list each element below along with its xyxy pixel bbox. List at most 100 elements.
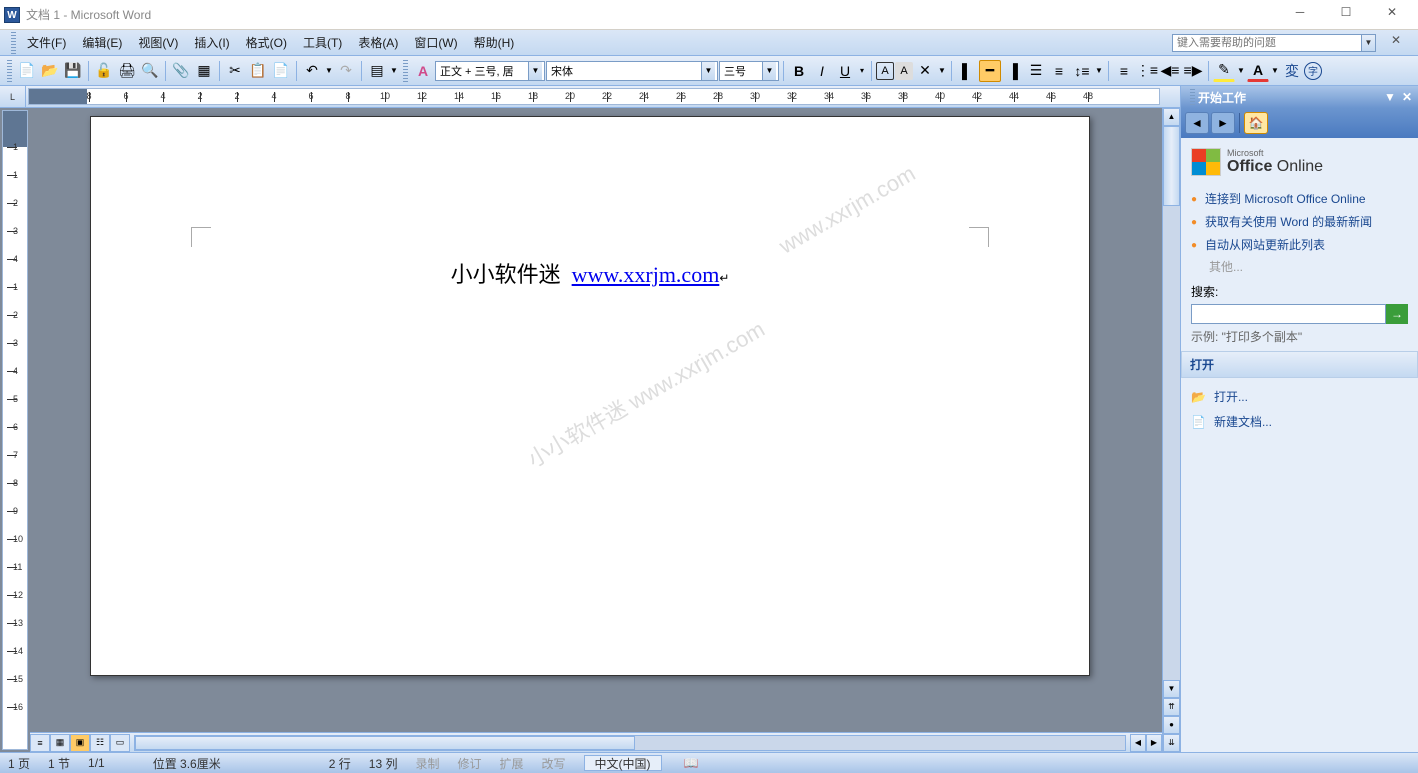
status-revision[interactable]: 修订 — [457, 755, 481, 772]
doc-close-button[interactable]: ✕ — [1382, 33, 1410, 53]
vertical-ruler[interactable]: 1123412345678910111213141516 — [2, 110, 28, 750]
help-dropdown-icon[interactable]: ▼ — [1362, 34, 1376, 52]
underline-icon[interactable]: U — [834, 60, 856, 82]
increase-indent-icon[interactable]: ≡▶ — [1182, 60, 1204, 82]
redo-icon[interactable]: ↷ — [335, 60, 357, 82]
font-combo[interactable]: 宋体▼ — [546, 61, 718, 81]
document-content[interactable]: 小小软件迷 www.xxrjm.com↵ — [211, 257, 969, 289]
highlight-dropdown-icon[interactable]: ▼ — [1236, 60, 1246, 82]
next-page-icon[interactable]: ⇊ — [1163, 734, 1180, 752]
font-color-dropdown-icon[interactable]: ▼ — [1270, 60, 1280, 82]
size-combo[interactable]: 三号▼ — [719, 61, 779, 81]
status-overwrite[interactable]: 改写 — [542, 755, 566, 772]
grip-icon[interactable] — [1190, 89, 1195, 105]
text-border-icon[interactable]: A — [876, 62, 894, 80]
menu-edit[interactable]: 编辑(E) — [74, 31, 130, 54]
menu-file[interactable]: 文件(F) — [19, 31, 74, 54]
spacing-dropdown-icon[interactable]: ▼ — [1094, 60, 1104, 82]
bullets-icon[interactable]: ⋮≡ — [1136, 60, 1158, 82]
nav-forward-icon[interactable]: ► — [1211, 112, 1235, 134]
scroll-track[interactable] — [1163, 206, 1180, 680]
undo-icon[interactable]: ↶ — [301, 60, 323, 82]
style-combo[interactable]: 正文 + 三号, 居▼ — [435, 61, 545, 81]
underline-dropdown-icon[interactable]: ▾ — [857, 60, 867, 82]
vertical-scrollbar[interactable]: ▲ ▼ ⇈ ● ⇊ — [1162, 108, 1180, 752]
page-viewport[interactable]: 小小软件迷 www.xxrjm.com www.xxrjm.com 小小软件迷 … — [30, 108, 1162, 752]
status-position: 位置 3.6厘米 — [153, 755, 221, 772]
line-spacing-icon[interactable]: ↕≡ — [1071, 60, 1093, 82]
status-record[interactable]: 录制 — [415, 755, 439, 772]
nav-back-icon[interactable]: ◄ — [1185, 112, 1209, 134]
task-pane-close-icon[interactable]: ✕ — [1402, 90, 1412, 104]
open-icon[interactable]: 📂 — [39, 60, 61, 82]
tables-icon[interactable]: ▦ — [193, 60, 215, 82]
distributed-icon[interactable]: ≡ — [1048, 60, 1070, 82]
char-shading-icon[interactable]: A — [895, 62, 913, 80]
task-pane-dropdown-icon[interactable]: ▼ — [1384, 90, 1396, 104]
save-icon[interactable]: 💾 — [62, 60, 84, 82]
titlebar: W 文档 1 - Microsoft Word ─ ☐ ✕ — [0, 0, 1418, 30]
menu-view[interactable]: 视图(V) — [130, 31, 186, 54]
decrease-indent-icon[interactable]: ◀≡ — [1159, 60, 1181, 82]
select-browse-icon[interactable]: ● — [1163, 716, 1180, 734]
italic-icon[interactable]: I — [811, 60, 833, 82]
styles-icon[interactable]: A — [412, 60, 434, 82]
prev-page-icon[interactable]: ⇈ — [1163, 698, 1180, 716]
numbering-icon[interactable]: ≡ — [1113, 60, 1135, 82]
align-center-icon[interactable]: ━ — [979, 60, 1001, 82]
tab-selector[interactable]: L — [0, 86, 26, 107]
search-go-button[interactable]: → — [1386, 304, 1408, 324]
menu-table[interactable]: 表格(A) — [350, 31, 406, 54]
font-color-icon[interactable]: A — [1247, 60, 1269, 82]
toolbar-options-icon[interactable]: ▼ — [389, 60, 399, 82]
bold-icon[interactable]: B — [788, 60, 810, 82]
menu-insert[interactable]: 插入(I) — [186, 31, 237, 54]
maximize-button[interactable]: ☐ — [1332, 5, 1360, 25]
page[interactable]: 小小软件迷 www.xxrjm.com www.xxrjm.com 小小软件迷 … — [90, 116, 1090, 676]
menu-window[interactable]: 窗口(W) — [406, 31, 465, 54]
link-word-news[interactable]: ●获取有关使用 Word 的最新新闻 — [1191, 211, 1408, 234]
columns-icon[interactable]: ▤ — [366, 60, 388, 82]
print-preview-icon[interactable]: 🔍 — [139, 60, 161, 82]
new-doc-icon[interactable]: 📄 — [16, 60, 38, 82]
menu-format[interactable]: 格式(O) — [238, 31, 295, 54]
status-extend[interactable]: 扩展 — [499, 755, 523, 772]
justify-icon[interactable]: ☰ — [1025, 60, 1047, 82]
print-icon[interactable]: 🖨 — [116, 60, 138, 82]
align-right-icon[interactable]: ▐ — [1002, 60, 1024, 82]
char-scaling-icon[interactable]: ✕ — [914, 60, 936, 82]
copy-icon[interactable]: 📋 — [247, 60, 269, 82]
align-left-icon[interactable]: ▌ — [956, 60, 978, 82]
menu-help[interactable]: 帮助(H) — [466, 31, 523, 54]
phonetic-icon[interactable]: 変 — [1281, 60, 1303, 82]
scaling-dropdown-icon[interactable]: ▼ — [937, 60, 947, 82]
scroll-up-icon[interactable]: ▲ — [1163, 108, 1180, 126]
highlight-icon[interactable]: ✎ — [1213, 60, 1235, 82]
search-input[interactable] — [1191, 304, 1386, 324]
nav-home-icon[interactable]: 🏠 — [1244, 112, 1268, 134]
status-language[interactable]: 中文(中国) — [584, 755, 662, 771]
doc-link[interactable]: www.xxrjm.com — [572, 262, 720, 287]
help-search-input[interactable] — [1172, 34, 1362, 52]
spellcheck-icon[interactable]: 📖 — [684, 756, 699, 770]
menu-tools[interactable]: 工具(T) — [295, 31, 350, 54]
new-document-link[interactable]: 📄新建文档... — [1191, 409, 1408, 434]
research-icon[interactable]: 📎 — [170, 60, 192, 82]
cut-icon[interactable]: ✂ — [224, 60, 246, 82]
link-update-list[interactable]: ●自动从网站更新此列表 — [1191, 234, 1408, 257]
scroll-thumb[interactable] — [1163, 126, 1180, 206]
link-other[interactable]: 其他... — [1191, 256, 1408, 283]
link-text: 连接到 Microsoft Office Online — [1205, 191, 1366, 208]
horizontal-ruler[interactable]: 8642246810121416182022242628303234363840… — [28, 88, 1160, 105]
link-connect-office-online[interactable]: ●连接到 Microsoft Office Online — [1191, 188, 1408, 211]
permission-icon[interactable]: 🔓 — [93, 60, 115, 82]
paste-icon[interactable]: 📄 — [270, 60, 292, 82]
enclose-icon[interactable]: 字 — [1304, 62, 1322, 80]
minimize-button[interactable]: ─ — [1286, 5, 1314, 25]
open-file-link[interactable]: 📂打开... — [1191, 384, 1408, 409]
scroll-down-icon[interactable]: ▼ — [1163, 680, 1180, 698]
separator — [296, 61, 297, 81]
grip-icon — [403, 60, 408, 82]
undo-dropdown-icon[interactable]: ▼ — [324, 60, 334, 82]
close-button[interactable]: ✕ — [1378, 5, 1406, 25]
